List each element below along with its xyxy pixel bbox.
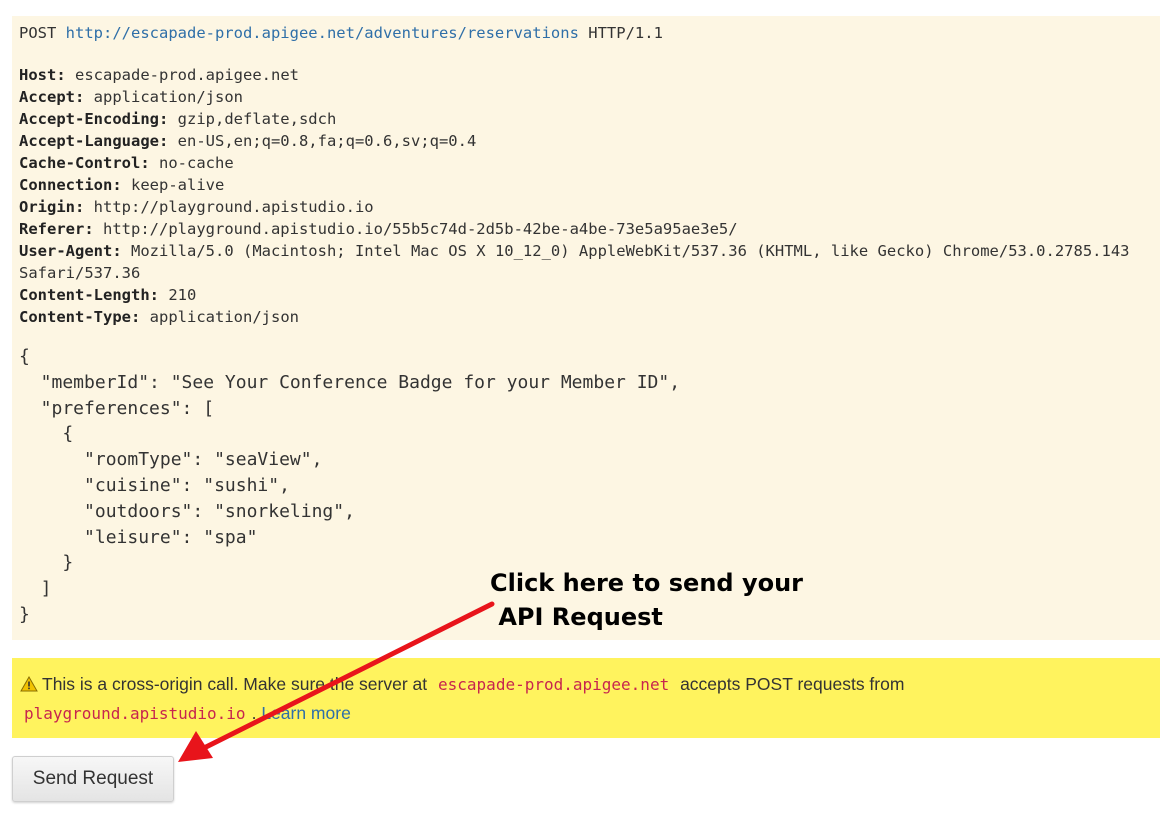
- learn-more-link[interactable]: Learn more: [261, 703, 351, 723]
- header-name: Connection:: [19, 176, 122, 194]
- warning-origin-host: playground.apistudio.io: [24, 704, 246, 723]
- request-line: POST http://escapade-prod.apigee.net/adv…: [19, 22, 1153, 44]
- header-line: Connection: keep-alive: [19, 174, 1153, 196]
- header-line: Content-Length: 210: [19, 284, 1153, 306]
- header-name: User-Agent:: [19, 242, 122, 260]
- request-url: http://escapade-prod.apigee.net/adventur…: [65, 24, 579, 42]
- header-line: Host: escapade-prod.apigee.net: [19, 64, 1153, 86]
- header-value: keep-alive: [131, 176, 225, 194]
- request-method: POST: [19, 24, 57, 42]
- request-headers: Host: escapade-prod.apigee.net Accept: a…: [19, 64, 1153, 328]
- request-protocol: HTTP/1.1: [588, 24, 663, 42]
- header-name: Accept-Encoding:: [19, 110, 169, 128]
- header-line: Accept-Encoding: gzip,deflate,sdch: [19, 108, 1153, 130]
- header-line: User-Agent: Mozilla/5.0 (Macintosh; Inte…: [19, 240, 1153, 284]
- warning-text: .: [251, 703, 257, 723]
- header-line: Accept-Language: en-US,en;q=0.8,fa;q=0.6…: [19, 130, 1153, 152]
- warning-text: accepts POST requests from: [680, 674, 905, 694]
- header-name: Content-Type:: [19, 308, 141, 326]
- cross-origin-warning: This is a cross-origin call. Make sure t…: [12, 658, 1160, 738]
- header-name: Referer:: [19, 220, 94, 238]
- header-name: Accept-Language:: [19, 132, 169, 150]
- warning-text: This is a cross-origin call. Make sure t…: [42, 674, 428, 694]
- header-line: Content-Type: application/json: [19, 306, 1153, 328]
- request-preview-panel: POST http://escapade-prod.apigee.net/adv…: [12, 16, 1160, 640]
- header-name: Cache-Control:: [19, 154, 150, 172]
- header-line: Referer: http://playground.apistudio.io/…: [19, 218, 1153, 240]
- page: POST http://escapade-prod.apigee.net/adv…: [0, 0, 1172, 814]
- header-value: en-US,en;q=0.8,fa;q=0.6,sv;q=0.4: [177, 132, 477, 150]
- header-value: no-cache: [159, 154, 234, 172]
- header-value: http://playground.apistudio.io: [93, 198, 374, 216]
- warning-triangle-icon: [20, 676, 38, 692]
- header-name: Origin:: [19, 198, 85, 216]
- header-value: Mozilla/5.0 (Macintosh; Intel Mac OS X 1…: [19, 242, 1139, 282]
- header-value: gzip,deflate,sdch: [177, 110, 337, 128]
- header-value: 210: [168, 286, 197, 304]
- header-line: Origin: http://playground.apistudio.io: [19, 196, 1153, 218]
- header-value: application/json: [149, 308, 299, 326]
- header-name: Accept:: [19, 88, 85, 106]
- header-value: application/json: [93, 88, 243, 106]
- annotation-callout: Click here to send your API Request: [490, 569, 803, 631]
- header-name: Host:: [19, 66, 66, 84]
- header-line: Accept: application/json: [19, 86, 1153, 108]
- header-value: http://playground.apistudio.io/55b5c74d-…: [103, 220, 738, 238]
- header-value: escapade-prod.apigee.net: [75, 66, 299, 84]
- send-request-button[interactable]: Send Request: [12, 756, 174, 802]
- header-line: Cache-Control: no-cache: [19, 152, 1153, 174]
- warning-server-host: escapade-prod.apigee.net: [438, 675, 670, 694]
- header-name: Content-Length:: [19, 286, 159, 304]
